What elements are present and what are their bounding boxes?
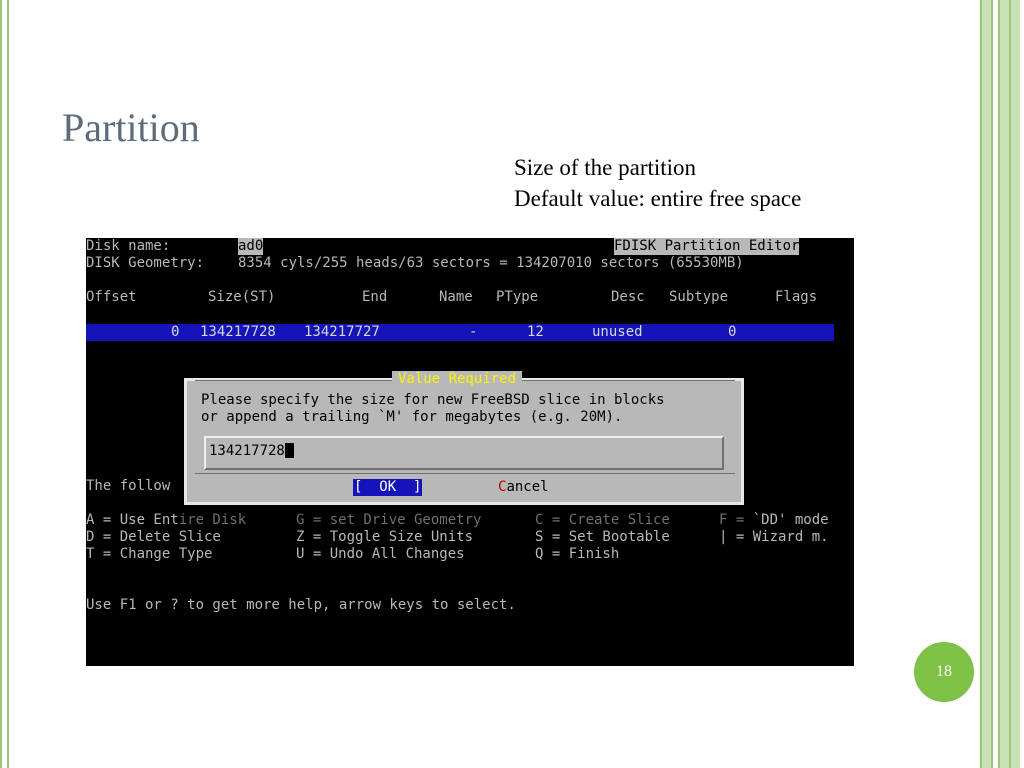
cmd-toggle-size: Z = Toggle Size Units (296, 529, 474, 545)
cancel-label-rest: ancel (506, 479, 549, 495)
cmd-set-bootable: S = Set Bootable (535, 529, 670, 545)
cmd-text: `DD' mode (752, 512, 829, 528)
dialog-message-line2: or append a trailing `M' for megabytes (… (201, 409, 623, 425)
value-required-dialog: Value Required Please specify the size f… (184, 371, 744, 505)
col-size: Size(ST) (208, 289, 276, 305)
dialog-message-line1: Please specify the size for new FreeBSD … (201, 392, 665, 408)
frame-line (980, 0, 982, 768)
editor-title: FDISK Partition Editor (614, 238, 800, 255)
dialog-title: Value Required (392, 371, 523, 388)
page-number-badge: 18 (914, 642, 974, 702)
note-line: Size of the partition (514, 155, 697, 180)
ok-button[interactable]: [ OK ] (353, 479, 423, 496)
col-ptype: PType (496, 289, 539, 305)
row-ptype: 12 (527, 324, 544, 340)
row-end: 134217727 (304, 324, 380, 340)
slide-frame-right (976, 0, 1024, 768)
cmd-undo-changes: U = Undo All Changes (296, 546, 465, 562)
col-offset: Offset (86, 289, 137, 305)
col-end: End (362, 289, 388, 305)
cmd-text: A = Use Ent (86, 512, 179, 528)
row-subtype: 0 (728, 324, 737, 340)
cmd-finish: Q = Finish (535, 546, 620, 562)
geometry-label: DISK Geometry: (86, 255, 205, 271)
cmd-set-geometry: G = set Drive Geometry (296, 512, 482, 528)
cmd-text-dim: ire Disk (178, 512, 247, 528)
fdisk-terminal: Disk name: ad0 FDISK Partition Editor DI… (86, 238, 854, 666)
col-subtype: Subtype (669, 289, 729, 305)
col-name: Name (439, 289, 473, 305)
cmd-change-type: T = Change Type (86, 546, 213, 562)
help-text: Use F1 or ? to get more help, arrow keys… (86, 597, 516, 613)
frame-line (991, 0, 993, 768)
row-desc: unused (592, 324, 643, 340)
cmd-wizard: | = Wizard m. (719, 529, 829, 545)
disk-name-value: ad0 (238, 238, 264, 255)
disk-name-label: Disk name: (86, 238, 171, 254)
cmd-use-entire-disk: A = Use Entire Disk (86, 512, 246, 529)
slide-notes: Size of the partition Default value: ent… (514, 152, 801, 214)
col-flags: Flags (775, 289, 818, 305)
cmd-create-slice: C = Create Slice (535, 512, 670, 528)
row-size: 134217728 (200, 324, 276, 340)
frame-line (998, 0, 1000, 768)
size-input-value[interactable]: 134217728 (209, 443, 294, 460)
following-text: The follow (86, 478, 171, 494)
note-line: Default value: entire free space (514, 186, 802, 211)
cmd-text-dim: F = (719, 512, 753, 528)
geometry-value: 8354 cyls/255 heads/63 sectors = 1342070… (238, 255, 744, 271)
slide-title: Partition (62, 105, 200, 150)
size-input-text[interactable]: 134217728 (209, 443, 285, 459)
row-name: - (469, 324, 478, 340)
col-desc: Desc (611, 289, 645, 305)
size-input[interactable]: 134217728 (204, 436, 724, 470)
cmd-dd-mode: F = `DD' mode (719, 512, 829, 529)
text-cursor (284, 443, 294, 458)
partition-row-selected[interactable]: 0 134217728 134217727 - 12 unused 0 (86, 324, 834, 341)
frame-line (1009, 0, 1011, 768)
cmd-delete-slice: D = Delete Slice (86, 529, 221, 545)
dialog-divider (195, 473, 735, 474)
row-offset: 0 (171, 324, 180, 340)
cancel-button[interactable]: Cancel (498, 479, 549, 496)
slide-frame-left (0, 0, 9, 768)
